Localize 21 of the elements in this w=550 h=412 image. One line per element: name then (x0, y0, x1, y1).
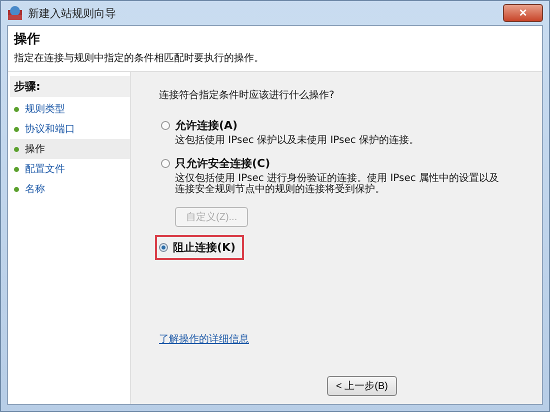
page-subtitle: 指定在连接与规则中指定的条件相匹配时要执行的操作。 (14, 52, 265, 65)
option-description: 这仅包括使用 IPsec 进行身份验证的连接。使用 IPsec 属性中的设置以及连接安全规则节点中的规则的连接将受到保护。 (175, 173, 500, 195)
window-title: 新建入站规则向导 (28, 6, 116, 20)
step-item[interactable]: 操作 (10, 139, 130, 159)
firewall-icon (7, 5, 23, 21)
radio-button[interactable] (161, 159, 170, 168)
radio-button[interactable] (161, 121, 170, 130)
step-item[interactable]: 配置文件 (10, 159, 130, 179)
help-link[interactable]: 了解操作的详细信息 (159, 332, 249, 346)
page-title: 操作 (14, 31, 41, 48)
option-label[interactable]: 允许连接(A) (175, 118, 238, 133)
step-item[interactable]: 名称 (10, 179, 130, 199)
radio-button[interactable] (159, 243, 168, 252)
steps-heading: 步骤: (10, 76, 130, 97)
back-button[interactable]: < 上一步(B) (327, 376, 397, 396)
option-label[interactable]: 阻止连接(K) (173, 240, 236, 255)
step-item[interactable]: 协议和端口 (10, 119, 130, 139)
question-text: 连接符合指定条件时应该进行什么操作? (159, 88, 336, 102)
step-item[interactable]: 规则类型 (10, 99, 130, 119)
option-label[interactable]: 只允许安全连接(C) (175, 156, 270, 171)
option-description: 这包括使用 IPsec 保护以及未使用 IPsec 保护的连接。 (175, 135, 420, 146)
